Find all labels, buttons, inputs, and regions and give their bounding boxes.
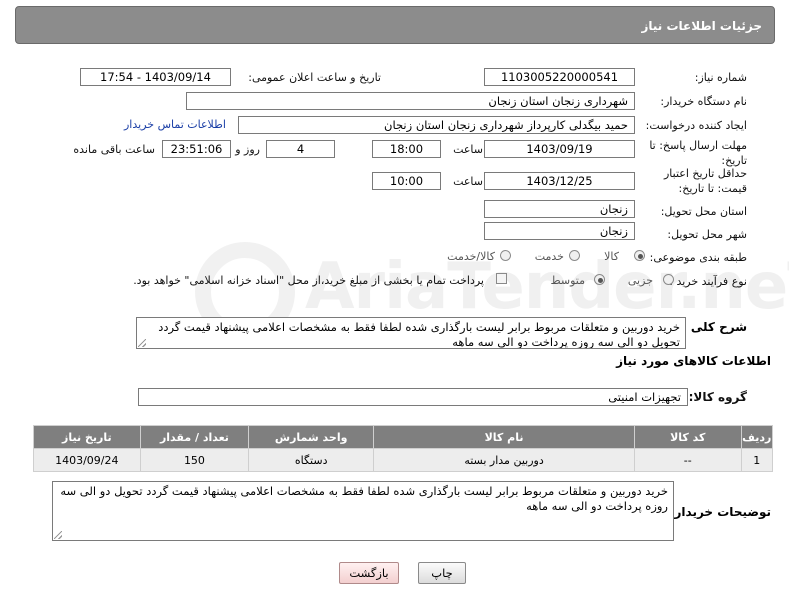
process-medium-label: متوسط: [550, 274, 585, 287]
creator-field[interactable]: حمید بیگدلی کارپرداز شهرداری زنجان استان…: [238, 116, 635, 134]
deadline-time-field[interactable]: 18:00: [372, 140, 441, 158]
row-name: دوربین مدار بسته: [373, 448, 635, 472]
category-service-label: خدمت: [534, 250, 564, 263]
deadline-time-label: ساعت: [453, 143, 483, 156]
treasury-payment-note: پرداخت تمام یا بخشی از مبلغ خرید،از محل …: [133, 274, 484, 287]
col-unit-header: واحد شمارش: [248, 425, 375, 449]
city-label: شهر محل تحویل:: [667, 228, 747, 241]
row-unit: دستگاه: [248, 448, 375, 472]
description-resize-handle[interactable]: [136, 339, 146, 349]
process-medium-radio[interactable]: [594, 274, 605, 285]
remaining-time-field[interactable]: 23:51:06: [162, 140, 231, 158]
city-field[interactable]: زنجان: [484, 222, 635, 240]
col-date-header: تاریخ نیاز: [33, 425, 141, 449]
category-goods-radio[interactable]: [634, 250, 645, 261]
back-button[interactable]: بازگشت: [339, 562, 399, 584]
items-table-header: ردیف کد کالا نام کالا واحد شمارش تعداد /…: [33, 425, 774, 449]
days-field[interactable]: 4: [266, 140, 335, 158]
announce-field[interactable]: 1403/09/14 - 17:54: [80, 68, 231, 86]
category-goods-service-label: کالا/خدمت: [447, 250, 495, 263]
col-name-header: نام کالا: [373, 425, 635, 449]
process-label: نوع فرآیند خرید :: [669, 275, 747, 288]
remaining-label: ساعت باقی مانده: [73, 143, 155, 156]
need-number-label: شماره نیاز:: [694, 71, 747, 84]
deadline-date-field[interactable]: 1403/09/19: [484, 140, 635, 158]
validity-date-field[interactable]: 1403/12/25: [484, 172, 635, 190]
province-field[interactable]: زنجان: [484, 200, 635, 218]
buyer-org-label: نام دستگاه خریدار:: [660, 95, 747, 108]
buyer-notes-resize-handle[interactable]: [52, 531, 62, 541]
buyer-org-field[interactable]: شهرداری زنجان استان زنجان: [186, 92, 635, 110]
goods-section-title: اطلاعات کالاهای مورد نیاز: [616, 354, 771, 368]
row-date: 1403/09/24: [33, 448, 141, 472]
row-qty: 150: [139, 448, 250, 472]
col-qty-header: تعداد / مقدار: [139, 425, 250, 449]
description-textarea[interactable]: خرید دوربین و متعلقات مربوط برابر لیست ب…: [136, 317, 686, 349]
contact-buyer-link[interactable]: اطلاعات تماس خریدار: [124, 118, 226, 131]
province-label: استان محل تحویل:: [660, 205, 747, 218]
col-code-header: کد کالا: [633, 425, 742, 449]
treasury-payment-checkbox[interactable]: [496, 273, 507, 284]
need-number-field[interactable]: 1103005220000541: [484, 68, 635, 86]
validity-time-label: ساعت: [453, 175, 483, 188]
goods-group-field[interactable]: تجهیزات امنیتی: [138, 388, 688, 406]
category-label: طبقه بندی موضوعی:: [649, 251, 747, 264]
col-row-header: ردیف: [740, 425, 774, 449]
print-button[interactable]: چاپ: [418, 562, 466, 584]
goods-group-label: گروه کالا:: [688, 390, 747, 404]
days-label: روز و: [235, 143, 260, 156]
validity-time-field[interactable]: 10:00: [372, 172, 441, 190]
validity-label: حداقل تاریخ اعتبار قیمت: تا تاریخ:: [663, 167, 747, 195]
buyer-notes-textarea[interactable]: خرید دوربین و متعلقات مربوط برابر لیست ب…: [52, 481, 674, 541]
page-header: جزئیات اطلاعات نیاز: [15, 6, 775, 44]
items-table: ردیف کد کالا نام کالا واحد شمارش تعداد /…: [33, 425, 774, 472]
category-service-radio[interactable]: [569, 250, 580, 261]
announce-label: تاریخ و ساعت اعلان عمومی:: [248, 71, 381, 84]
creator-label: ایجاد کننده درخواست:: [645, 119, 747, 132]
deadline-label: مهلت ارسال پاسخ: تا تاریخ:: [649, 139, 747, 167]
row-index: 1: [740, 448, 774, 472]
category-goods-service-radio[interactable]: [500, 250, 511, 261]
category-goods-label: کالا: [604, 250, 619, 263]
table-row: 1 -- دوربین مدار بسته دستگاه 150 1403/09…: [33, 448, 774, 472]
process-minor-radio[interactable]: [663, 274, 674, 285]
buyer-notes-label: توضیحات خریدار:: [669, 505, 771, 519]
row-code: --: [633, 448, 742, 472]
process-minor-label: جزیی: [627, 274, 653, 287]
